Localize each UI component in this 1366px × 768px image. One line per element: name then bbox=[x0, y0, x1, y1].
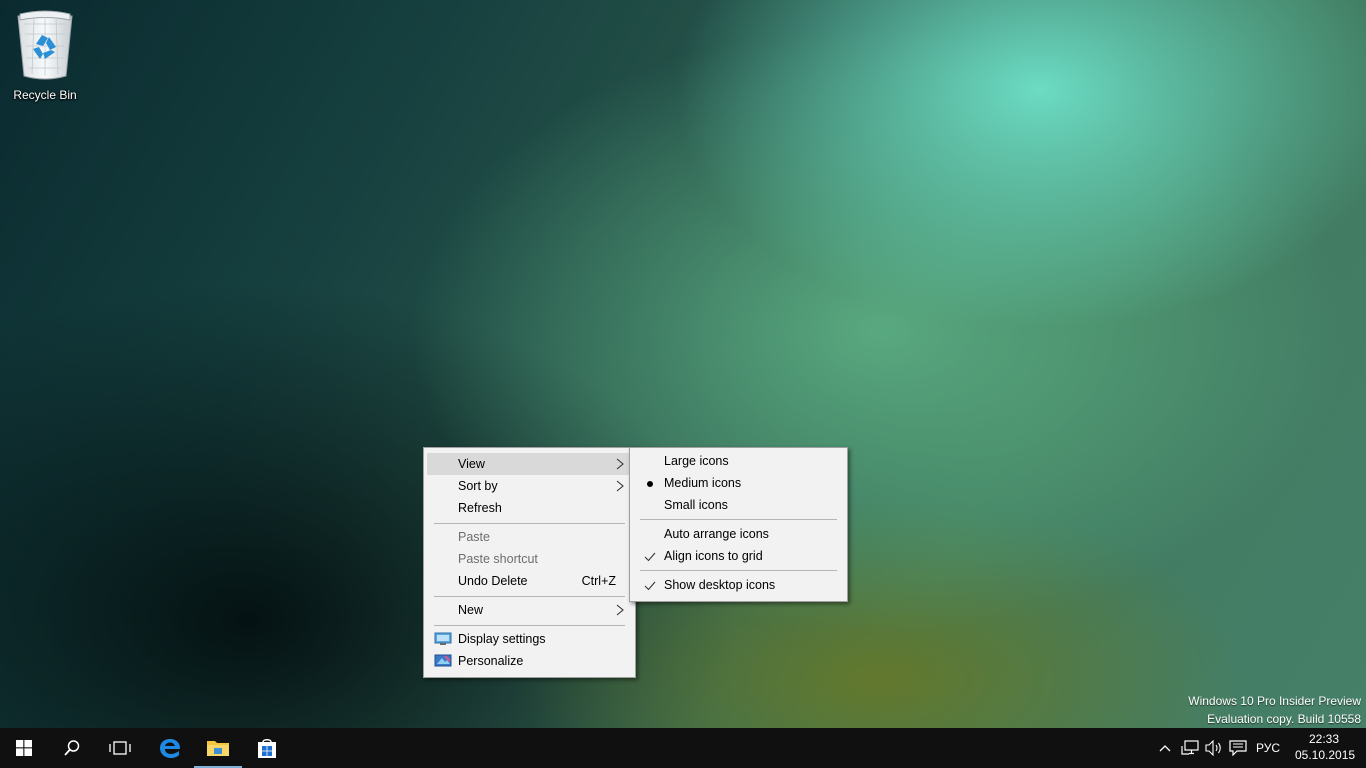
menu-item-label: Display settings bbox=[458, 632, 546, 646]
task-view-icon bbox=[109, 741, 131, 755]
recycle-bin-label: Recycle Bin bbox=[13, 88, 77, 102]
chevron-right-icon bbox=[616, 480, 624, 492]
menu-item-display-settings[interactable]: Display settings bbox=[427, 628, 632, 650]
watermark-line-1: Windows 10 Pro Insider Preview bbox=[1188, 694, 1361, 708]
submenu-item-medium-icons[interactable]: Medium icons bbox=[633, 472, 844, 494]
search-button[interactable] bbox=[48, 728, 96, 768]
menu-item-label: Small icons bbox=[664, 498, 728, 512]
submenu-item-auto-arrange[interactable]: Auto arrange icons bbox=[633, 523, 844, 545]
menu-item-label: Paste bbox=[458, 530, 490, 544]
edge-button[interactable] bbox=[146, 728, 194, 768]
menu-item-new[interactable]: New bbox=[427, 599, 632, 621]
desktop-icon-recycle-bin[interactable]: Recycle Bin bbox=[8, 6, 82, 102]
search-icon bbox=[64, 740, 80, 756]
display-settings-icon bbox=[434, 632, 452, 645]
menu-item-label: Auto arrange icons bbox=[664, 527, 769, 541]
edge-icon bbox=[160, 739, 181, 758]
chevron-right-icon bbox=[616, 604, 624, 616]
start-button[interactable] bbox=[0, 728, 48, 768]
view-submenu: Large icons Medium icons Small icons Aut… bbox=[629, 447, 848, 602]
menu-item-label: Large icons bbox=[664, 454, 729, 468]
submenu-item-align-to-grid[interactable]: Align icons to grid bbox=[633, 545, 844, 567]
store-button[interactable] bbox=[243, 728, 291, 768]
submenu-item-large-icons[interactable]: Large icons bbox=[633, 450, 844, 472]
clock-time: 22:33 bbox=[1309, 732, 1340, 746]
menu-item-label: Refresh bbox=[458, 501, 502, 515]
chevron-up-icon bbox=[1159, 745, 1171, 752]
tray-action-center-button[interactable] bbox=[1228, 728, 1248, 768]
task-view-button[interactable] bbox=[96, 728, 144, 768]
menu-separator bbox=[434, 523, 625, 524]
menu-item-label: Undo Delete bbox=[458, 574, 528, 588]
menu-item-label: View bbox=[458, 457, 485, 471]
menu-item-refresh[interactable]: Refresh bbox=[427, 497, 632, 519]
menu-separator bbox=[434, 625, 625, 626]
bullet-icon bbox=[647, 481, 653, 487]
menu-item-label: Personalize bbox=[458, 654, 524, 668]
tray-network-button[interactable] bbox=[1180, 728, 1200, 768]
menu-item-label: Show desktop icons bbox=[664, 578, 776, 592]
menu-item-label: New bbox=[458, 603, 484, 617]
menu-item-shortcut: Ctrl+Z bbox=[581, 574, 616, 588]
clock-date: 05.10.2015 bbox=[1295, 748, 1356, 762]
submenu-item-show-desktop-icons[interactable]: Show desktop icons bbox=[633, 574, 844, 596]
input-language[interactable]: РУС bbox=[1256, 741, 1280, 755]
menu-item-paste: Paste bbox=[427, 526, 632, 548]
check-icon bbox=[644, 552, 656, 562]
file-explorer-icon bbox=[207, 741, 229, 756]
menu-separator bbox=[434, 596, 625, 597]
menu-item-label: Sort by bbox=[458, 479, 498, 493]
watermark-line-2: Evaluation copy. Build 10558 bbox=[1207, 712, 1361, 726]
volume-icon bbox=[1205, 740, 1221, 756]
menu-item-label: Paste shortcut bbox=[458, 552, 538, 566]
menu-item-undo-delete[interactable]: Undo Delete Ctrl+Z bbox=[427, 570, 632, 592]
start-icon bbox=[16, 740, 32, 756]
menu-separator bbox=[640, 519, 837, 520]
taskbar: РУС 22:33 05.10.2015 bbox=[0, 728, 1366, 768]
desktop-context-menu: View Sort by Refresh Paste Paste shortcu… bbox=[423, 447, 636, 678]
tray-volume-button[interactable] bbox=[1204, 728, 1224, 768]
menu-item-personalize[interactable]: Personalize bbox=[427, 650, 632, 672]
menu-item-sort-by[interactable]: Sort by bbox=[427, 475, 632, 497]
network-icon bbox=[1181, 740, 1199, 755]
submenu-item-small-icons[interactable]: Small icons bbox=[633, 494, 844, 516]
menu-item-paste-shortcut: Paste shortcut bbox=[427, 548, 632, 570]
store-icon bbox=[258, 739, 276, 758]
recycle-bin-icon bbox=[17, 10, 73, 80]
personalize-icon bbox=[434, 654, 452, 667]
check-icon bbox=[644, 581, 656, 591]
menu-item-label: Align icons to grid bbox=[664, 549, 763, 563]
tray-overflow-button[interactable] bbox=[1157, 728, 1173, 768]
file-explorer-button[interactable] bbox=[194, 728, 242, 768]
tray-clock[interactable]: 22:33 05.10.2015 bbox=[1290, 728, 1360, 768]
menu-item-label: Medium icons bbox=[664, 476, 742, 490]
chevron-right-icon bbox=[616, 458, 624, 470]
menu-item-view[interactable]: View bbox=[427, 453, 632, 475]
action-center-icon bbox=[1229, 740, 1247, 756]
menu-separator bbox=[640, 570, 837, 571]
